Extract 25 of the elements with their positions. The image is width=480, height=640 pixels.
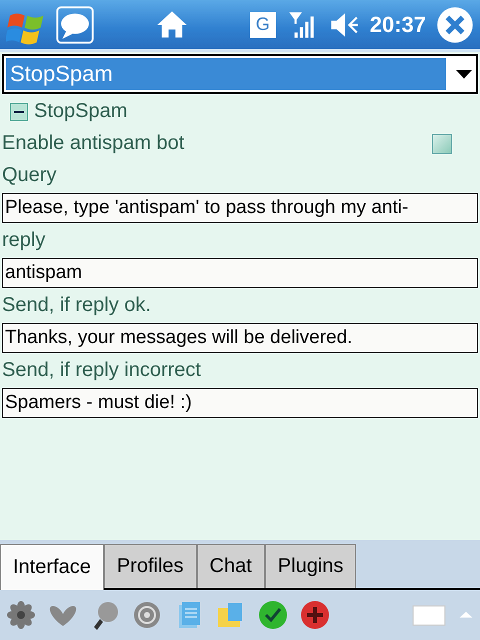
chat-bubble-icon[interactable]	[56, 6, 94, 44]
tab[interactable]: Interface	[0, 544, 104, 590]
input-field[interactable]: Spamers - must die! :)	[2, 388, 478, 418]
checkbox-label: Enable antispam bot	[2, 132, 184, 155]
field-label: Send, if reply incorrect	[2, 359, 201, 382]
plus-icon[interactable]	[300, 600, 330, 630]
profile-dropdown[interactable]: StopSpam	[2, 54, 478, 94]
tab[interactable]: Chat	[196, 544, 265, 588]
field-label: Query	[2, 164, 56, 187]
tab[interactable]: Profiles	[104, 544, 197, 588]
field-label: Send, if reply ok.	[2, 294, 151, 317]
input-field[interactable]: Thanks, your messages will be delivered.	[2, 323, 478, 353]
input-field[interactable]: antispam	[2, 258, 478, 288]
field-label: reply	[2, 229, 46, 252]
input-field[interactable]: Please, type 'antispam' to pass through my anti-	[2, 193, 478, 223]
network-type-indicator: G	[250, 12, 276, 38]
flower-icon[interactable]	[6, 600, 36, 630]
clock-time: 20:37	[370, 12, 426, 38]
tree-node-label[interactable]: StopSpam	[34, 100, 128, 123]
checkbox[interactable]	[432, 134, 452, 154]
tab[interactable]: Plugins	[264, 544, 356, 588]
check-icon[interactable]	[258, 600, 288, 630]
collapse-toggle[interactable]	[10, 102, 28, 120]
close-icon[interactable]	[436, 6, 474, 44]
dropdown-value: StopSpam	[6, 58, 446, 90]
